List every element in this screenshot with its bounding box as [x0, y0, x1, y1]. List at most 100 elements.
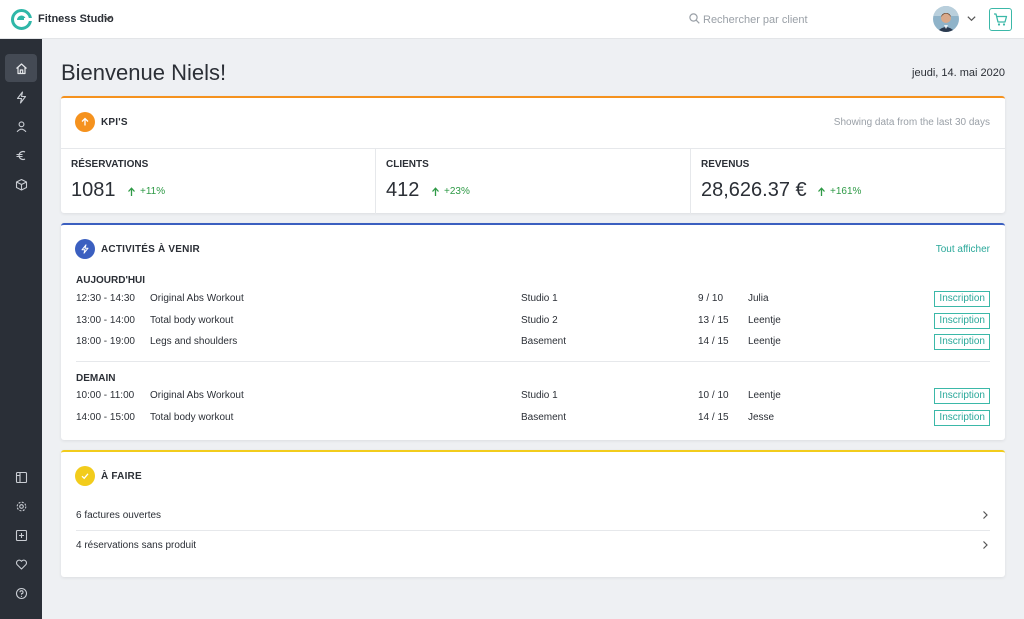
todo-card-header: À FAIRE	[61, 452, 1005, 502]
activity-row: 12:30 - 14:30 Original Abs Workout Studi…	[76, 291, 990, 309]
activity-room: Basement	[521, 412, 567, 423]
inscription-button[interactable]: Inscription	[934, 388, 990, 404]
help-icon	[15, 587, 27, 599]
inscription-button[interactable]: Inscription	[934, 334, 990, 350]
kpi-card-title: KPI'S	[101, 117, 128, 128]
arrow-up-icon	[128, 186, 135, 196]
sidebar-item-activities[interactable]	[5, 83, 37, 111]
activity-coach: Julia	[748, 293, 769, 304]
todo-item[interactable]: 6 factures ouvertes	[76, 502, 990, 530]
sidebar-item-add[interactable]	[5, 521, 37, 549]
activity-time: 14:00 - 15:00	[76, 412, 135, 423]
activity-name[interactable]: Total body workout	[150, 412, 233, 423]
arrow-up-icon	[818, 186, 825, 196]
todo-card: À FAIRE 6 factures ouvertes 4 réservatio…	[61, 450, 1005, 577]
sidebar-item-favorites[interactable]	[5, 550, 37, 578]
divider	[76, 530, 990, 531]
kpi-change-value: +11%	[140, 186, 166, 197]
todo-item[interactable]: 4 réservations sans produit	[76, 532, 990, 560]
inscription-button[interactable]: Inscription	[934, 410, 990, 426]
activity-room: Basement	[521, 336, 567, 347]
activity-room: Studio 1	[521, 390, 558, 401]
activity-capacity: 14 / 15	[698, 412, 729, 423]
kpi-row: RÉSERVATIONS 1081 +11% CLIENTS 412 +23% …	[61, 148, 1005, 214]
current-date: jeudi, 14. mai 2020	[912, 67, 1005, 79]
activity-coach: Leentje	[748, 315, 781, 326]
chevron-right-icon	[983, 511, 988, 519]
activity-room: Studio 2	[521, 315, 558, 326]
activity-name[interactable]: Original Abs Workout	[150, 293, 244, 304]
sidebar-item-layout[interactable]	[5, 463, 37, 491]
gear-icon	[16, 501, 26, 511]
activity-row: 14:00 - 15:00 Total body workout Basemen…	[76, 410, 990, 428]
box-icon	[15, 178, 27, 191]
kpi-change: +11%	[127, 186, 165, 197]
activity-time: 12:30 - 14:30	[76, 293, 135, 304]
todo-card-title: À FAIRE	[101, 471, 142, 482]
check-icon	[75, 466, 95, 486]
activities-card-title: ACTIVITÉS À VENIR	[101, 244, 200, 255]
kpi-change: +161%	[817, 186, 861, 197]
activity-capacity: 13 / 15	[698, 315, 729, 326]
activity-name[interactable]: Total body workout	[150, 315, 233, 326]
kpi-label: CLIENTS	[386, 159, 429, 170]
euro-icon	[16, 150, 25, 160]
sidebar-item-home[interactable]	[5, 54, 37, 82]
kpi-change-value: +161%	[830, 186, 862, 197]
top-bar: Fitness Studio	[0, 0, 1024, 39]
kpi-label: RÉSERVATIONS	[71, 159, 149, 170]
home-icon	[15, 62, 27, 74]
activity-capacity: 9 / 10	[698, 293, 724, 304]
divider	[76, 361, 990, 362]
activities-card-header: ACTIVITÉS À VENIR Tout afficher	[61, 225, 1005, 275]
activity-time: 10:00 - 11:00	[76, 390, 135, 401]
group-label-today: AUJOURD'HUI	[76, 275, 146, 286]
activity-coach: Jesse	[748, 412, 775, 423]
arrow-up-icon	[432, 186, 439, 196]
cart-button[interactable]	[989, 8, 1012, 31]
kpi-value: 1081	[71, 179, 116, 201]
sidebar-item-products[interactable]	[5, 170, 37, 198]
sidebar-item-finance[interactable]	[5, 141, 37, 169]
lightning-icon	[75, 239, 95, 259]
kpi-card: KPI'S Showing data from the last 30 days…	[61, 96, 1005, 214]
activity-capacity: 14 / 15	[698, 336, 729, 347]
inscription-button[interactable]: Inscription	[934, 291, 990, 307]
kpi-change: +23%	[431, 186, 470, 197]
activity-row: 18:00 - 19:00 Legs and shoulders Basemen…	[76, 334, 990, 352]
activity-row: 13:00 - 14:00 Total body workout Studio …	[76, 313, 990, 331]
search-input[interactable]	[703, 10, 903, 30]
avatar[interactable]	[933, 6, 959, 32]
activity-coach: Leentje	[748, 336, 781, 347]
todo-item-label: 6 factures ouvertes	[76, 510, 162, 521]
sidebar-item-clients[interactable]	[5, 112, 37, 140]
activity-coach: Leentje	[748, 390, 781, 401]
user-icon	[16, 120, 26, 132]
search-icon	[689, 13, 700, 24]
kpi-card-header: KPI'S Showing data from the last 30 days	[61, 98, 1005, 148]
activity-capacity: 10 / 10	[698, 390, 729, 401]
cart-icon	[994, 13, 1008, 26]
kpi-value: 412	[386, 179, 420, 201]
show-all-link[interactable]: Tout afficher	[936, 244, 990, 255]
heart-icon	[15, 559, 27, 570]
layout-icon	[15, 471, 27, 483]
inscription-button[interactable]: Inscription	[934, 313, 990, 329]
activity-name[interactable]: Original Abs Workout	[150, 390, 244, 401]
sidebar-item-settings[interactable]	[5, 492, 37, 520]
activity-time: 18:00 - 19:00	[76, 336, 135, 347]
lightning-icon	[16, 90, 26, 104]
chevron-right-icon	[983, 541, 988, 549]
chevron-down-icon[interactable]	[966, 13, 977, 24]
arrow-up-icon	[75, 112, 95, 132]
activity-time: 13:00 - 14:00	[76, 315, 135, 326]
activity-name[interactable]: Legs and shoulders	[150, 336, 237, 347]
kpi-label: REVENUS	[701, 159, 750, 170]
sidebar-item-help[interactable]	[5, 579, 37, 607]
kpi-period-note: Showing data from the last 30 days	[833, 117, 990, 128]
page-title: Bienvenue Niels!	[61, 60, 227, 85]
chevron-down-icon[interactable]	[102, 12, 114, 24]
kpi-reservations: RÉSERVATIONS 1081 +11%	[61, 149, 376, 214]
plus-square-icon	[15, 529, 27, 541]
app-logo-icon[interactable]	[11, 9, 32, 30]
